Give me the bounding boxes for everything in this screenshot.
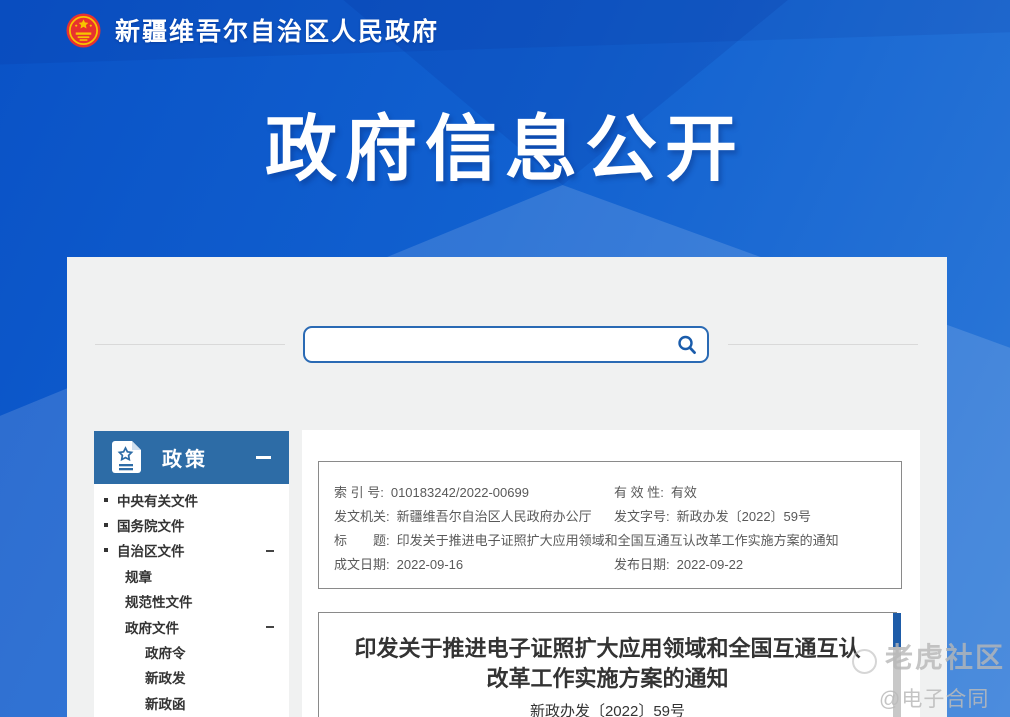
sidebar-item-normative-documents[interactable]: 规范性文件 <box>94 589 289 614</box>
publish-date-label: 发布日期: <box>614 557 670 572</box>
search-divider-left <box>95 344 285 345</box>
search-box <box>303 326 709 363</box>
search-button[interactable] <box>667 328 707 361</box>
sidebar-item-government-documents[interactable]: 政府文件 <box>94 614 289 639</box>
meta-row-dates: 成文日期: 2022-09-16 发布日期: 2022-09-22 <box>334 554 901 578</box>
meta-row-issuer: 发文机关: 新疆维吾尔自治区人民政府办公厅 发文字号: 新政办发〔2022〕59号 <box>334 506 901 530</box>
collapse-minus-icon[interactable] <box>266 625 274 628</box>
search-input[interactable] <box>305 328 667 361</box>
scrollbar-thumb[interactable] <box>893 613 901 647</box>
validity-value: 有效 <box>670 485 697 500</box>
sidebar-item-label: 中央有关文件 <box>117 493 198 509</box>
document-metadata-card: 索 引 号: 010183242/2022-00699 有 效 性: 有效 发文机关… <box>318 461 902 589</box>
main-panel: 政策 中央有关文件 国务院文件 自治区文件 规章 规范性文件 政府文件 政府令 … <box>67 257 947 717</box>
bullet-icon <box>104 497 108 502</box>
sidebar-item-label: 规范性文件 <box>125 595 193 611</box>
publish-date-value: 2022-09-22 <box>676 557 744 572</box>
title-label: 标 题: <box>334 533 390 548</box>
index-number-label: 索 引 号: <box>334 485 384 500</box>
bullet-icon <box>104 548 108 553</box>
sidebar-item-xinzhengfa[interactable]: 新政发 <box>94 665 289 690</box>
bullet-icon <box>104 523 108 528</box>
sidebar-item-label: 国务院文件 <box>117 519 185 535</box>
sidebar-title: 政策 <box>162 449 208 471</box>
sidebar-item-label: 规章 <box>125 569 152 585</box>
search-icon <box>678 335 696 354</box>
index-number-value: 010183242/2022-00699 <box>390 485 529 500</box>
sidebar-item-xinzhenghan[interactable]: 新政函 <box>94 690 289 715</box>
written-date-value: 2022-09-16 <box>396 557 464 572</box>
sidebar-item-label: 新政发 <box>145 671 186 687</box>
sidebar-item-state-council-documents[interactable]: 国务院文件 <box>94 512 289 537</box>
scrollbar-track[interactable] <box>893 613 901 717</box>
sidebar-item-regulations[interactable]: 规章 <box>94 563 289 588</box>
content-area: 索 引 号: 010183242/2022-00699 有 效 性: 有效 发文机关… <box>302 430 920 717</box>
meta-row-title: 标 题: 印发关于推进电子证照扩大应用领域和全国互通互认改革工作实施方案的通知 <box>334 530 901 554</box>
site-header: 新疆维吾尔自治区人民政府 <box>66 12 439 48</box>
collapse-minus-icon[interactable] <box>266 549 274 552</box>
sidebar-item-label: 新政函 <box>145 696 186 712</box>
document-symbol-label: 发文字号: <box>614 509 670 524</box>
search-divider-right <box>728 344 918 345</box>
document-symbol-value: 新政办发〔2022〕59号 <box>676 509 812 524</box>
policy-document-icon <box>112 441 141 473</box>
national-emblem-icon <box>66 12 101 48</box>
sidebar-item-label: 自治区文件 <box>117 544 185 560</box>
site-name: 新疆维吾尔自治区人民政府 <box>115 18 440 46</box>
sidebar-item-central-documents[interactable]: 中央有关文件 <box>94 487 289 512</box>
sidebar-header[interactable]: 政策 <box>94 431 289 484</box>
sidebar-menu: 中央有关文件 国务院文件 自治区文件 规章 规范性文件 政府文件 政府令 新政发… <box>94 484 289 716</box>
issuing-agency-value: 新疆维吾尔自治区人民政府办公厅 <box>396 509 592 524</box>
meta-row-index: 索 引 号: 010183242/2022-00699 有 效 性: 有效 <box>334 482 901 506</box>
sidebar-item-government-order[interactable]: 政府令 <box>94 639 289 664</box>
document-viewer-card: 印发关于推进电子证照扩大应用领域和全国互通互认改革工作实施方案的通知 新政办发〔… <box>318 612 901 717</box>
collapse-minus-icon[interactable] <box>256 456 271 459</box>
sidebar-item-autonomous-region-documents[interactable]: 自治区文件 <box>94 538 289 563</box>
document-number: 新政办发〔2022〕59号 <box>529 703 686 717</box>
issuing-agency-label: 发文机关: <box>334 509 390 524</box>
page-title: 政府信息公开 <box>264 110 745 190</box>
validity-label: 有 效 性: <box>614 485 664 500</box>
written-date-label: 成文日期: <box>334 557 390 572</box>
sidebar-policy: 政策 中央有关文件 国务院文件 自治区文件 规章 规范性文件 政府文件 政府令 … <box>94 431 289 717</box>
document-title: 印发关于推进电子证照扩大应用领域和全国互通互认改革工作实施方案的通知 <box>354 636 861 691</box>
sidebar-item-label: 政府令 <box>145 646 186 662</box>
title-value: 印发关于推进电子证照扩大应用领域和全国互通互认改革工作实施方案的通知 <box>396 533 839 548</box>
page: 新疆维吾尔自治区人民政府 政府信息公开 政策 中央有关文件 国务院文件 自治区文… <box>0 0 1010 717</box>
sidebar-item-label: 政府文件 <box>125 620 179 636</box>
